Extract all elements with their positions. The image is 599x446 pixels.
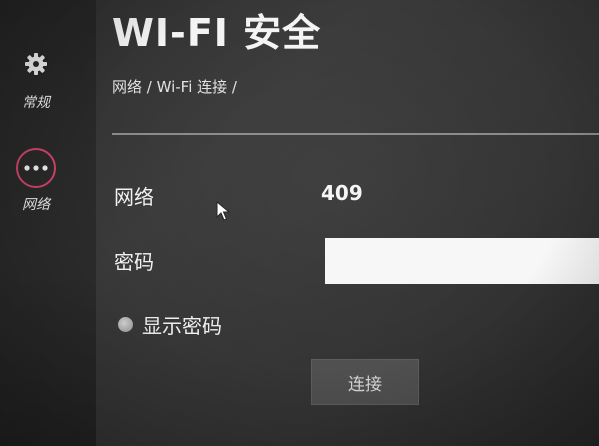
mouse-pointer-icon [216,200,231,225]
wifi-security-screen: 常规 网络 WI-FI 安全 网络 / Wi-Fi 连接 / 网络 409 密码… [0,0,599,446]
more-dots-icon [16,148,56,188]
network-label: 网络 [114,185,154,209]
sidebar-item-general[interactable]: 常规 [0,44,72,112]
page-title: WI-FI 安全 [112,11,322,55]
show-password-radio[interactable] [118,317,133,332]
password-label: 密码 [114,250,154,274]
connect-button[interactable]: 连接 [311,359,419,405]
sidebar-item-label: 常规 [22,95,50,111]
sidebar-item-label: 网络 [22,197,50,213]
network-name-value: 409 [321,181,363,205]
show-password-toggle[interactable]: 显示密码 [118,310,222,339]
divider [112,133,599,135]
show-password-label: 显示密码 [142,314,222,338]
gear-icon [16,44,56,84]
sidebar-item-network[interactable]: 网络 [0,148,72,214]
breadcrumb: 网络 / Wi-Fi 连接 / [112,78,237,96]
sidebar: 常规 网络 [0,0,96,446]
password-input[interactable] [325,238,599,284]
